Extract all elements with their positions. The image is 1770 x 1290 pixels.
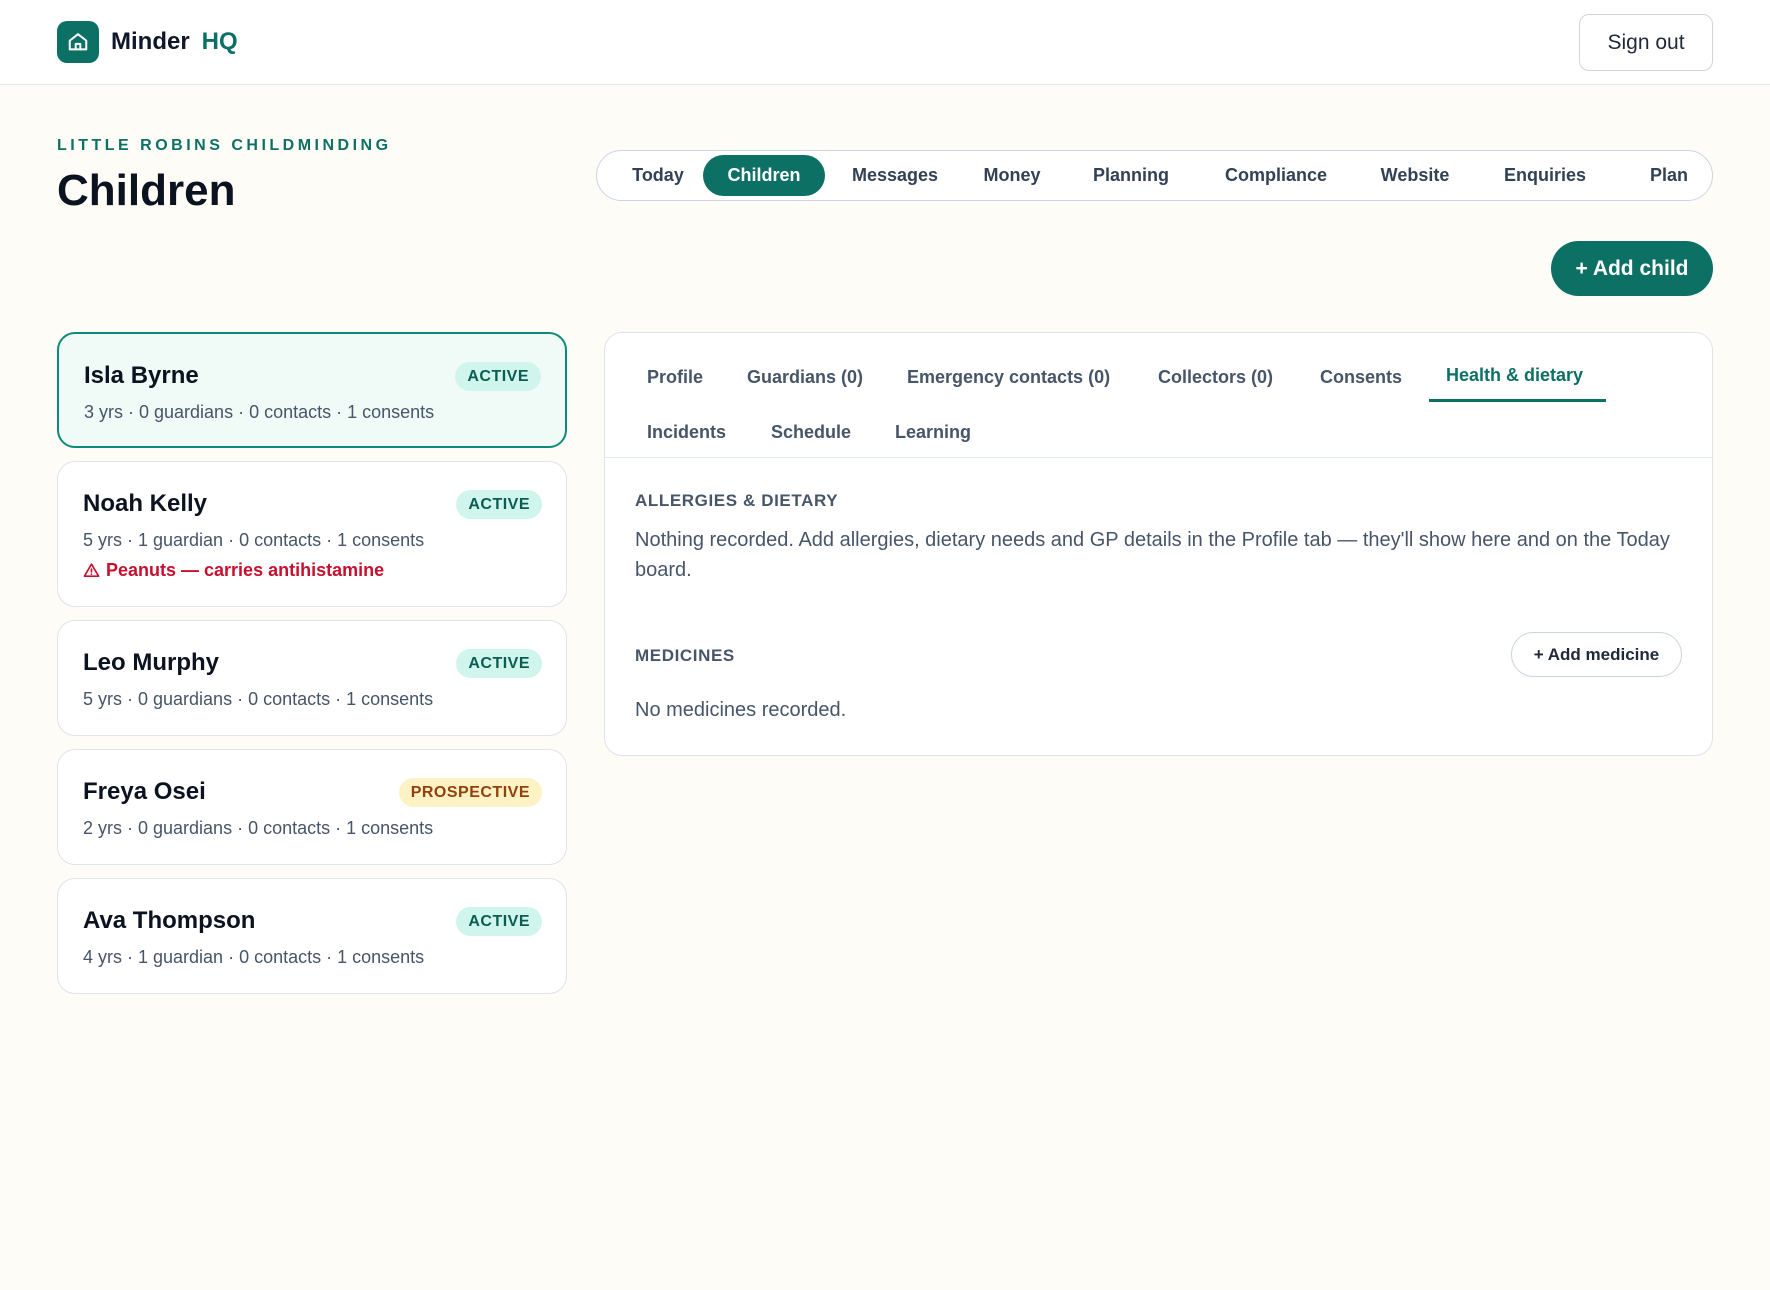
child-name: Ava Thompson <box>83 907 256 934</box>
nav-item-messages[interactable]: Messages <box>837 155 953 196</box>
medicines-heading: MEDICINES <box>635 646 735 665</box>
tab-incidents[interactable]: Incidents <box>647 422 726 443</box>
tab-learning[interactable]: Learning <box>895 422 971 443</box>
tab-collectors[interactable]: Collectors (0) <box>1158 367 1273 388</box>
child-card[interactable]: Ava Thompson ACTIVE 4 yrs · 1 guardian ·… <box>57 878 567 994</box>
child-detail-panel: Profile Guardians (0) Emergency contacts… <box>604 332 1713 756</box>
nav-item-website[interactable]: Website <box>1363 155 1467 196</box>
sign-out-button[interactable]: Sign out <box>1579 14 1713 71</box>
app-suffix: HQ <box>201 28 238 55</box>
tab-consents[interactable]: Consents <box>1320 367 1402 388</box>
nav-item-plan[interactable]: Plan <box>1637 155 1701 196</box>
nav-item-compliance[interactable]: Compliance <box>1209 155 1343 196</box>
main-nav: Today Children Messages Money Planning C… <box>596 150 1713 201</box>
active-tab-indicator <box>1429 399 1606 402</box>
tab-health-dietary[interactable]: Health & dietary <box>1446 365 1583 386</box>
child-name: Noah Kelly <box>83 490 208 517</box>
nav-item-money[interactable]: Money <box>971 155 1053 196</box>
nav-item-children[interactable]: Children <box>703 155 825 196</box>
child-card[interactable]: Isla Byrne ACTIVE 3 yrs · 0 guardians · … <box>57 332 567 448</box>
allergies-empty-text: Nothing recorded. Add allergies, dietary… <box>635 529 1670 581</box>
warning-icon <box>83 563 100 578</box>
tab-schedule[interactable]: Schedule <box>771 422 851 443</box>
status-badge: ACTIVE <box>456 490 542 519</box>
child-meta: 2 yrs · 0 guardians · 0 contacts · 1 con… <box>83 818 434 838</box>
child-name: Leo Murphy <box>83 649 219 676</box>
allergies-heading: ALLERGIES & DIETARY <box>635 491 839 510</box>
child-meta: 3 yrs · 0 guardians · 0 contacts · 1 con… <box>84 402 435 422</box>
home-icon <box>57 21 99 63</box>
nav-item-enquiries[interactable]: Enquiries <box>1489 155 1601 196</box>
business-name: LITTLE ROBINS CHILDMINDING <box>57 137 392 154</box>
child-name: Isla Byrne <box>84 362 199 389</box>
child-card[interactable]: Noah Kelly ACTIVE 5 yrs · 1 guardian · 0… <box>57 461 567 607</box>
status-badge: ACTIVE <box>455 362 541 391</box>
top-bar: Minder HQ Sign out <box>0 0 1770 85</box>
tab-profile[interactable]: Profile <box>647 367 703 388</box>
child-meta: 4 yrs · 1 guardian · 0 contacts · 1 cons… <box>83 947 425 967</box>
status-badge: PROSPECTIVE <box>398 778 542 807</box>
status-badge: ACTIVE <box>456 907 542 936</box>
brand[interactable]: Minder HQ <box>57 21 238 63</box>
add-medicine-button[interactable]: + Add medicine <box>1511 632 1682 677</box>
child-meta: 5 yrs · 1 guardian · 0 contacts · 1 cons… <box>83 530 425 550</box>
medicines-empty-text: No medicines recorded. <box>635 699 847 721</box>
detail-tabs: Profile Guardians (0) Emergency contacts… <box>605 333 1712 458</box>
add-child-button[interactable]: + Add child <box>1551 241 1713 296</box>
page-title: Children <box>57 166 236 215</box>
tab-emergency-contacts[interactable]: Emergency contacts (0) <box>907 367 1110 388</box>
allergy-alert-text: Peanuts — carries antihistamine <box>106 560 385 580</box>
app-name: Minder <box>111 28 190 55</box>
child-card[interactable]: Freya Osei PROSPECTIVE 2 yrs · 0 guardia… <box>57 749 567 865</box>
nav-item-today[interactable]: Today <box>615 155 701 196</box>
tab-guardians[interactable]: Guardians (0) <box>747 367 863 388</box>
child-name: Freya Osei <box>83 778 206 805</box>
child-card[interactable]: Leo Murphy ACTIVE 5 yrs · 0 guardians · … <box>57 620 567 736</box>
nav-item-planning[interactable]: Planning <box>1077 155 1185 196</box>
allergy-alert: Peanuts — carries antihistamine <box>83 560 384 581</box>
status-badge: ACTIVE <box>456 649 542 678</box>
child-meta: 5 yrs · 0 guardians · 0 contacts · 1 con… <box>83 689 434 709</box>
